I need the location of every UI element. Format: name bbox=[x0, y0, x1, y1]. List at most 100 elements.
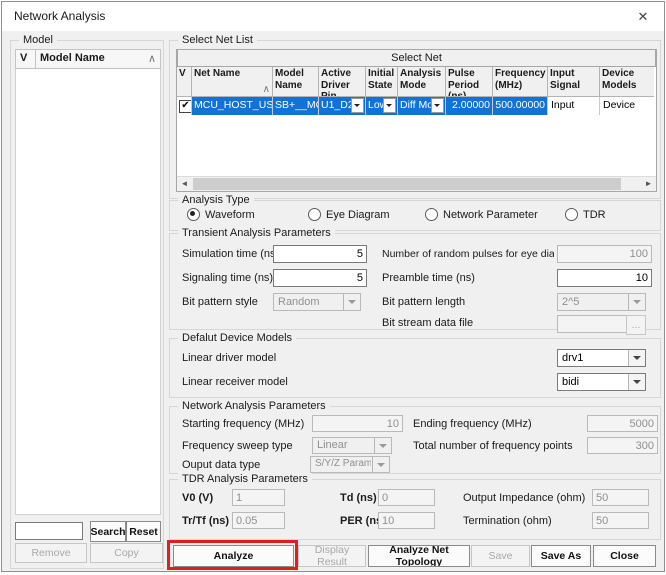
net-table-row[interactable]: ✔ MCU_HOST_USB+ SB+__MC U1_D2 Low Diff M… bbox=[177, 97, 654, 115]
col-header-check[interactable]: V bbox=[177, 67, 192, 97]
per-input: 10 bbox=[378, 512, 435, 529]
col-header-initial-state[interactable]: Initial State bbox=[366, 67, 398, 97]
output-data-type-label: Ouput data type bbox=[182, 459, 260, 471]
tdr-params-group: TDR Analysis Parameters V0 (V) 1 Td (ns)… bbox=[169, 479, 661, 540]
frequency-sweep-type-value: Linear bbox=[317, 438, 373, 452]
checked-checkbox[interactable]: ✔ bbox=[179, 100, 192, 113]
model-check-column-header[interactable]: V bbox=[16, 50, 36, 68]
horizontal-scrollbar[interactable]: ◄ ► bbox=[177, 176, 656, 191]
chevron-down-icon bbox=[372, 457, 389, 472]
sort-ascending-icon: ∧ bbox=[148, 52, 156, 65]
analyze-button[interactable]: Analyze bbox=[173, 545, 294, 567]
network-analysis-dialog: Network Analysis ✕ Model V Model Name ∧ … bbox=[1, 1, 665, 572]
net-table: Select Net V Net Name ∧ Model Name Activ… bbox=[176, 49, 657, 192]
starting-frequency-label: Starting frequency (MHz) bbox=[182, 418, 304, 430]
title-bar: Network Analysis ✕ bbox=[2, 2, 664, 31]
signaling-time-input[interactable]: 5 bbox=[273, 269, 367, 287]
remove-button[interactable]: Remove bbox=[15, 543, 87, 563]
total-frequency-points-label: Total number of frequency points bbox=[413, 440, 573, 452]
linear-driver-model-select[interactable]: drv1 bbox=[557, 349, 646, 367]
bit-stream-file-label: Bit stream data file bbox=[382, 317, 473, 329]
dropdown-icon[interactable] bbox=[351, 98, 364, 113]
browse-button[interactable]: ... bbox=[626, 315, 646, 335]
search-button[interactable]: Search bbox=[90, 521, 126, 542]
linear-receiver-model-value: bidi bbox=[562, 374, 627, 390]
radio-selected-icon bbox=[187, 208, 200, 221]
linear-receiver-model-select[interactable]: bidi bbox=[557, 373, 646, 391]
model-search-input[interactable] bbox=[15, 522, 83, 540]
td-input: 0 bbox=[378, 489, 435, 506]
chevron-down-icon bbox=[374, 438, 391, 453]
copy-button[interactable]: Copy bbox=[90, 543, 163, 563]
save-as-button[interactable]: Save As bbox=[531, 545, 591, 567]
bit-stream-file-input bbox=[557, 315, 629, 333]
termination-label: Termination (ohm) bbox=[463, 515, 552, 527]
output-impedance-input: 50 bbox=[592, 489, 649, 506]
starting-frequency-input: 10 bbox=[312, 415, 403, 432]
col-header-device-models[interactable]: Device Models bbox=[600, 67, 654, 97]
random-pulses-input: 100 bbox=[557, 245, 652, 263]
device-models-cell[interactable]: Device bbox=[600, 97, 654, 115]
scroll-right-icon[interactable]: ► bbox=[641, 177, 656, 191]
scroll-left-icon[interactable]: ◄ bbox=[177, 177, 192, 191]
linear-driver-model-value: drv1 bbox=[562, 350, 627, 366]
reset-button[interactable]: Reset bbox=[126, 521, 161, 542]
screen: Network Analysis ✕ Model V Model Name ∧ … bbox=[0, 0, 666, 575]
close-button[interactable]: Close bbox=[593, 545, 656, 567]
frequency-cell[interactable]: 500.00000 bbox=[493, 97, 548, 115]
trtf-input: 0.05 bbox=[232, 512, 285, 529]
col-header-frequency[interactable]: Frequency (MHz) bbox=[493, 67, 548, 97]
dropdown-icon[interactable] bbox=[383, 98, 396, 113]
col-header-input-signal[interactable]: Input Signal bbox=[548, 67, 600, 97]
random-pulses-label: Number of random pulses for eye diagram bbox=[382, 248, 554, 260]
chevron-down-icon[interactable] bbox=[628, 350, 645, 366]
analyze-net-topology-button[interactable]: Analyze Net Topology bbox=[368, 545, 470, 567]
input-signal-cell[interactable]: Input bbox=[548, 97, 600, 115]
transient-params-group: Transient Analysis Parameters Simulation… bbox=[169, 233, 661, 330]
model-group: Model V Model Name ∧ Search Reset Remove… bbox=[10, 40, 164, 569]
col-header-model-name[interactable]: Model Name bbox=[273, 67, 319, 97]
v0-label: V0 (V) bbox=[182, 492, 213, 504]
output-data-type-select: S/Y/Z Parameter bbox=[310, 456, 390, 473]
net-name-cell[interactable]: MCU_HOST_USB+ bbox=[192, 97, 273, 115]
model-name-column-label: Model Name bbox=[40, 52, 105, 64]
model-list-header[interactable]: V Model Name ∧ bbox=[15, 49, 161, 69]
trtf-label: Tr/Tf (ns) bbox=[182, 515, 229, 527]
linear-receiver-model-label: Linear receiver model bbox=[182, 376, 288, 388]
ending-frequency-input: 5000 bbox=[587, 415, 658, 432]
simulation-time-input[interactable]: 5 bbox=[273, 245, 367, 263]
pulse-period-cell[interactable]: 2.00000 bbox=[446, 97, 493, 115]
output-impedance-label: Output Impedance (ohm) bbox=[463, 492, 585, 504]
analysis-mode-cell[interactable]: Diff Mo bbox=[398, 97, 446, 115]
net-name-header-label: Net Name bbox=[194, 68, 240, 79]
dropdown-icon[interactable] bbox=[431, 98, 444, 113]
chevron-down-icon[interactable] bbox=[628, 374, 645, 390]
tdr-params-label: TDR Analysis Parameters bbox=[178, 473, 312, 485]
radio-network-parameter[interactable]: Network Parameter bbox=[425, 208, 538, 221]
bit-pattern-length-label: Bit pattern length bbox=[382, 296, 465, 308]
bit-pattern-length-select: 2^5 bbox=[557, 293, 646, 311]
col-header-analysis-mode[interactable]: Analysis Mode bbox=[398, 67, 446, 97]
col-header-net-name[interactable]: Net Name ∧ bbox=[192, 67, 273, 97]
active-driver-pin-cell[interactable]: U1_D2 bbox=[319, 97, 366, 115]
model-name-cell[interactable]: SB+__MC bbox=[273, 97, 319, 115]
radio-network-parameter-label: Network Parameter bbox=[443, 209, 538, 221]
display-result-button[interactable]: Display Result bbox=[298, 545, 366, 567]
close-icon[interactable]: ✕ bbox=[632, 7, 654, 27]
radio-waveform-label: Waveform bbox=[205, 209, 255, 221]
td-label: Td (ns) bbox=[340, 492, 377, 504]
radio-eye-diagram[interactable]: Eye Diagram bbox=[308, 208, 390, 221]
radio-waveform[interactable]: Waveform bbox=[187, 208, 255, 221]
scrollbar-thumb[interactable] bbox=[193, 178, 621, 190]
model-list[interactable] bbox=[15, 69, 161, 515]
radio-tdr[interactable]: TDR bbox=[565, 208, 606, 221]
save-button[interactable]: Save bbox=[471, 545, 530, 567]
net-table-title: Select Net bbox=[177, 50, 656, 67]
col-header-active-driver-pin[interactable]: Active Driver Pin bbox=[319, 67, 366, 97]
row-check-cell: ✔ bbox=[177, 97, 192, 115]
model-name-column-header[interactable]: Model Name ∧ bbox=[36, 50, 160, 68]
col-header-pulse-period[interactable]: Pulse Period (ns) bbox=[446, 67, 493, 97]
device-models-group: Defalut Device Models Linear driver mode… bbox=[169, 338, 661, 398]
preamble-time-input[interactable]: 10 bbox=[557, 269, 652, 287]
initial-state-cell[interactable]: Low bbox=[366, 97, 398, 115]
